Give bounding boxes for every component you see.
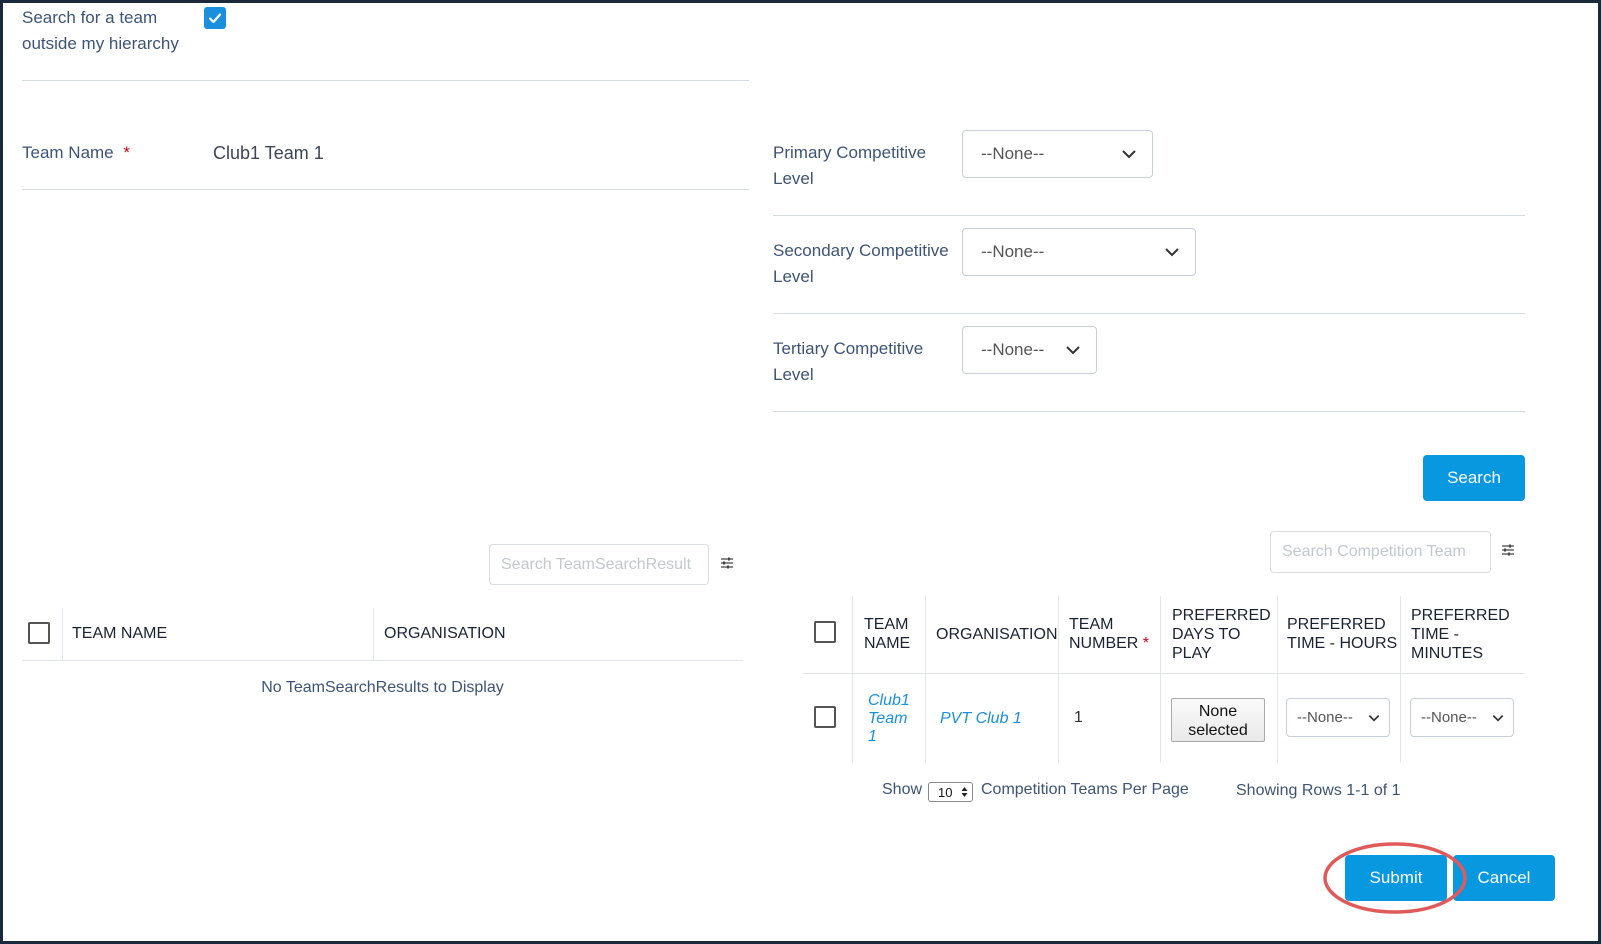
organisation-link[interactable]: PVT Club 1 [940,710,1022,728]
column-header-organisation: ORGANISATION [384,625,506,642]
team-name-label: Team Name * [22,143,130,162]
column-divider [62,608,63,660]
secondary-level-select[interactable]: --None-- [962,228,1196,276]
divider [773,313,1525,314]
divider [22,189,749,190]
team-number-value: 1 [1074,709,1083,726]
primary-level-label: Primary Competitive Level [773,143,927,188]
search-outside-checkbox[interactable] [204,7,226,29]
checkmark-icon [208,13,222,24]
submit-button[interactable]: Submit [1345,855,1447,901]
team-name-value: Club1 Team 1 [213,143,324,163]
column-header-preferred-minutes: PREFERRED TIME - MINUTES [1411,607,1510,662]
pager-show-label: Show [882,781,923,798]
select-all-checkbox[interactable] [28,622,50,644]
column-divider [1160,596,1161,763]
team-name-link[interactable]: Club1 Team 1 [868,692,910,746]
column-header-preferred-days: PREFERRED DAYS TO PLAY [1172,607,1271,662]
select-all-checkbox[interactable] [814,621,836,643]
required-mark: * [1142,635,1150,652]
chevron-down-icon [1122,150,1136,159]
spinner-arrows-icon [961,787,968,797]
tertiary-level-select[interactable]: --None-- [962,326,1097,374]
required-mark: * [123,143,130,162]
tertiary-level-label: Tertiary Competitive Level [773,339,924,384]
column-header-team-name: TEAM NAME [864,616,911,652]
column-header-preferred-hours: PREFERRED TIME - HOURS [1287,616,1398,652]
row-checkbox[interactable] [814,706,836,728]
preferred-hours-select[interactable]: --None-- [1286,698,1390,737]
column-divider [1400,596,1401,763]
column-header-team-name: TEAM NAME [72,625,168,642]
primary-level-select[interactable]: --None-- [962,130,1153,178]
divider [22,80,749,81]
divider [773,411,1525,412]
pager-per-page-label: Competition Teams Per Page [981,781,1189,798]
column-divider [852,596,853,763]
team-search-result-search-input[interactable]: Search TeamSearchResult [489,544,709,585]
search-button[interactable]: Search [1423,455,1525,501]
search-outside-label: Search for a team outside my hierarchy [22,8,179,53]
preferred-minutes-select[interactable]: --None-- [1410,698,1514,737]
filter-settings-icon[interactable] [1501,543,1515,557]
column-header-organisation: ORGANISATION [936,626,1058,643]
chevron-down-icon [1066,346,1080,355]
column-divider [1277,596,1278,763]
column-header-team-number: TEAM NUMBER * [1069,616,1150,652]
table-header-divider [22,660,743,661]
competition-team-search-input[interactable]: Search Competition Team [1270,531,1491,573]
table-header-divider [803,673,1525,674]
divider [773,215,1525,216]
preferred-days-multiselect[interactable]: None selected [1171,698,1265,742]
column-divider [373,608,374,660]
filter-settings-icon[interactable] [720,556,734,570]
chevron-down-icon [1368,714,1380,722]
column-divider [925,596,926,763]
cancel-button[interactable]: Cancel [1453,855,1555,901]
chevron-down-icon [1165,248,1179,257]
empty-table-message: No TeamSearchResults to Display [261,679,504,696]
column-divider [1058,596,1059,763]
pager-rows-info: Showing Rows 1-1 of 1 [1236,782,1401,799]
secondary-level-label: Secondary Competitive Level [773,241,949,286]
page-size-select[interactable]: 10 [928,782,973,802]
chevron-down-icon [1492,714,1504,722]
